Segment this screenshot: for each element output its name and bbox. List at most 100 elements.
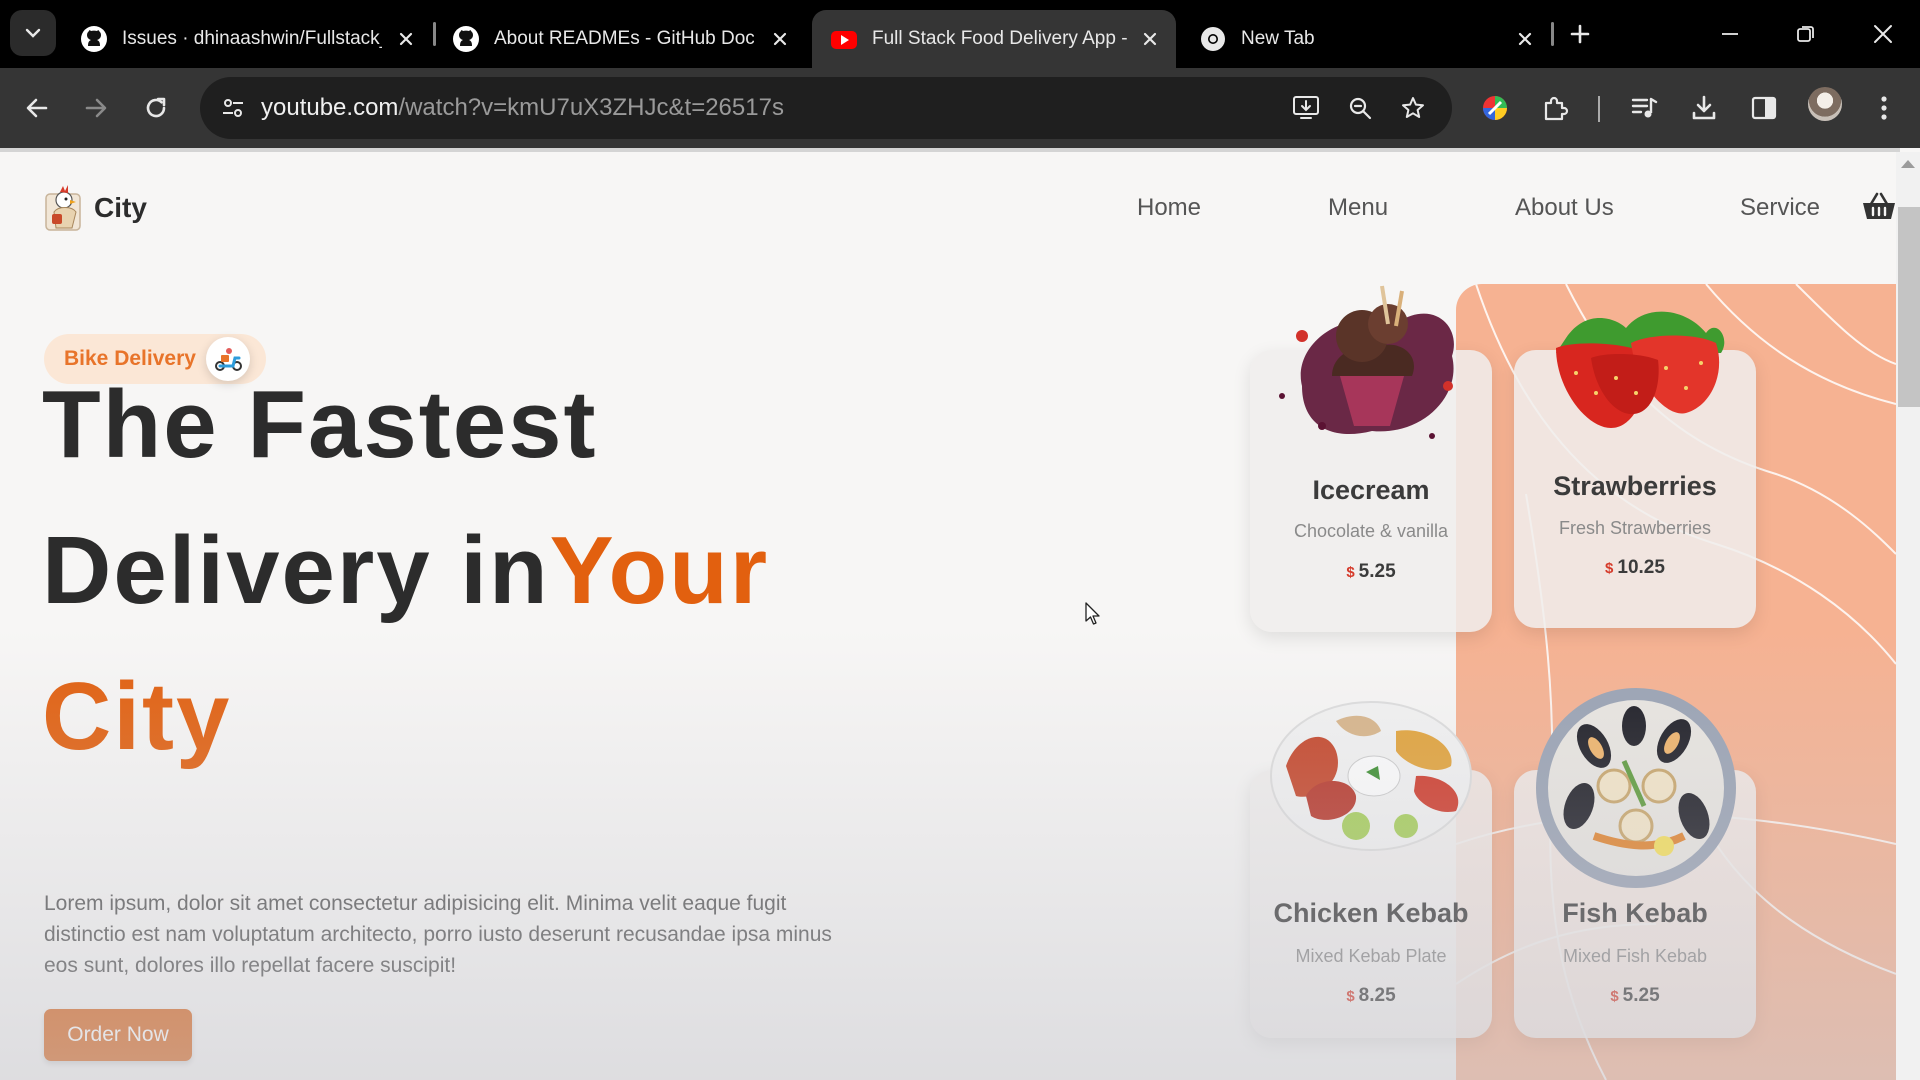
url-text: youtube.com/watch?v=kmU7uX3ZHJc&t=26517s	[261, 94, 784, 122]
close-window-button[interactable]	[1863, 14, 1903, 54]
forward-button[interactable]	[76, 88, 116, 128]
fish-kebab-image	[1536, 688, 1736, 888]
headline-line-3: City	[42, 663, 232, 770]
scroll-thumb[interactable]	[1898, 207, 1920, 407]
vertical-scrollbar[interactable]	[1896, 152, 1920, 1080]
card-price: $8.25	[1250, 985, 1492, 1007]
nav-about-us[interactable]: About Us	[1515, 194, 1614, 222]
currency-symbol: $	[1346, 988, 1355, 1005]
headline-line-1: The Fastest	[42, 371, 598, 478]
price-value: 8.25	[1358, 985, 1396, 1006]
bookmark-button[interactable]	[1393, 88, 1433, 128]
currency-symbol: $	[1346, 564, 1355, 581]
restore-button[interactable]	[1786, 14, 1826, 54]
headline-text: Delivery in	[42, 517, 550, 624]
download-icon	[1692, 95, 1716, 120]
card-description: Fresh Strawberries	[1558, 518, 1712, 538]
chicken-kebab-image	[1270, 701, 1472, 851]
zoom-button[interactable]	[1340, 88, 1380, 128]
card-name: Chicken Kebab	[1273, 898, 1469, 928]
address-bar[interactable]: youtube.com/watch?v=kmU7uX3ZHJc&t=26517s	[200, 77, 1452, 139]
card-description: Mixed Fish Kebab	[1562, 946, 1708, 966]
chrome-icon	[1199, 25, 1227, 53]
badge-label: Bike Delivery	[64, 347, 196, 370]
page-viewport: City Home Menu About Us Service Bike Del…	[0, 148, 1920, 1080]
currency-symbol: $	[1605, 560, 1614, 577]
arrow-right-icon	[85, 98, 107, 118]
back-button[interactable]	[17, 88, 57, 128]
tab-title: Full Stack Food Delivery App - F	[872, 28, 1132, 49]
browser-toolbar: youtube.com/watch?v=kmU7uX3ZHJc&t=26517s	[0, 68, 1920, 148]
more-vertical-icon	[1881, 96, 1887, 120]
order-now-button[interactable]: Order Now	[44, 1009, 192, 1061]
tab-new-tab[interactable]: New Tab	[1181, 10, 1551, 68]
extensions-menu-button[interactable]	[1535, 88, 1575, 128]
icecream-image	[1279, 285, 1454, 439]
tab-separator	[1551, 22, 1554, 46]
reload-button[interactable]	[136, 88, 176, 128]
shopping-basket-icon[interactable]	[1862, 192, 1896, 220]
profile-avatar[interactable]	[1808, 87, 1842, 121]
install-icon	[1293, 96, 1319, 119]
strawberries-image	[1556, 311, 1725, 428]
puzzle-icon	[1544, 96, 1569, 121]
reload-icon	[146, 97, 166, 118]
media-controls-button[interactable]	[1624, 88, 1664, 128]
currency-symbol: $	[1610, 988, 1619, 1005]
card-name: Fish Kebab	[1562, 898, 1708, 928]
url-host: youtube.com	[261, 94, 399, 121]
close-icon[interactable]	[768, 27, 792, 51]
side-panel-icon	[1751, 96, 1777, 120]
card-description: Mixed Kebab Plate	[1295, 946, 1447, 966]
tune-icon	[223, 99, 243, 117]
card-price: $5.25	[1514, 985, 1756, 1007]
tab-search-button[interactable]	[10, 10, 56, 56]
star-icon	[1402, 97, 1424, 118]
headline-line-2: Delivery inYour	[42, 516, 769, 626]
zoom-icon	[1349, 97, 1372, 120]
close-icon	[1874, 25, 1892, 43]
downloads-button[interactable]	[1684, 88, 1724, 128]
brand-name[interactable]: City	[94, 192, 147, 224]
arrow-left-icon	[26, 98, 48, 118]
browser-menu-button[interactable]	[1864, 88, 1904, 128]
github-icon	[80, 25, 108, 53]
nav-home[interactable]: Home	[1137, 194, 1201, 222]
tab-about-readmes[interactable]: About READMEs - GitHub Docs	[434, 10, 806, 68]
nav-menu[interactable]: Menu	[1328, 194, 1388, 222]
card-price: $10.25	[1514, 557, 1756, 579]
site-info-button[interactable]	[214, 89, 252, 127]
close-icon[interactable]	[1138, 27, 1162, 51]
github-icon	[452, 25, 480, 53]
tab-title: About READMEs - GitHub Docs	[494, 28, 754, 49]
youtube-icon	[830, 25, 858, 53]
close-icon[interactable]	[394, 27, 418, 51]
close-icon[interactable]	[1513, 27, 1537, 51]
minimize-button[interactable]	[1710, 14, 1750, 54]
headline-accent: Your	[549, 517, 770, 624]
tab-strip: Issues · dhinaashwin/Fullstack_f About R…	[0, 0, 1920, 68]
tab-title: New Tab	[1241, 28, 1315, 49]
restore-icon	[1797, 26, 1814, 42]
nav-service[interactable]: Service	[1740, 194, 1820, 222]
brand-logo[interactable]	[42, 182, 86, 234]
side-panel-button[interactable]	[1744, 88, 1784, 128]
minimize-icon	[1722, 33, 1738, 35]
color-extension-icon	[1483, 96, 1507, 120]
price-value: 5.25	[1622, 985, 1660, 1006]
scroll-up-arrow-icon[interactable]	[1901, 160, 1915, 168]
card-name: Strawberries	[1553, 471, 1717, 501]
toolbar-separator	[1598, 96, 1600, 122]
tab-food-delivery[interactable]: Full Stack Food Delivery App - F	[812, 10, 1176, 68]
mouse-cursor-icon	[1085, 602, 1100, 625]
url-path: /watch?v=kmU7uX3ZHJc&t=26517s	[398, 94, 784, 121]
install-app-button[interactable]	[1286, 88, 1326, 128]
price-value: 5.25	[1358, 561, 1396, 582]
tab-issues[interactable]: Issues · dhinaashwin/Fullstack_f	[62, 10, 432, 68]
card-name: Icecream	[1312, 475, 1430, 505]
chevron-down-icon	[25, 28, 41, 38]
new-tab-button[interactable]	[1560, 14, 1600, 54]
extension-button[interactable]	[1475, 88, 1515, 128]
price-value: 10.25	[1617, 557, 1665, 578]
hero-description: Lorem ipsum, dolor sit amet consectetur …	[44, 892, 832, 977]
